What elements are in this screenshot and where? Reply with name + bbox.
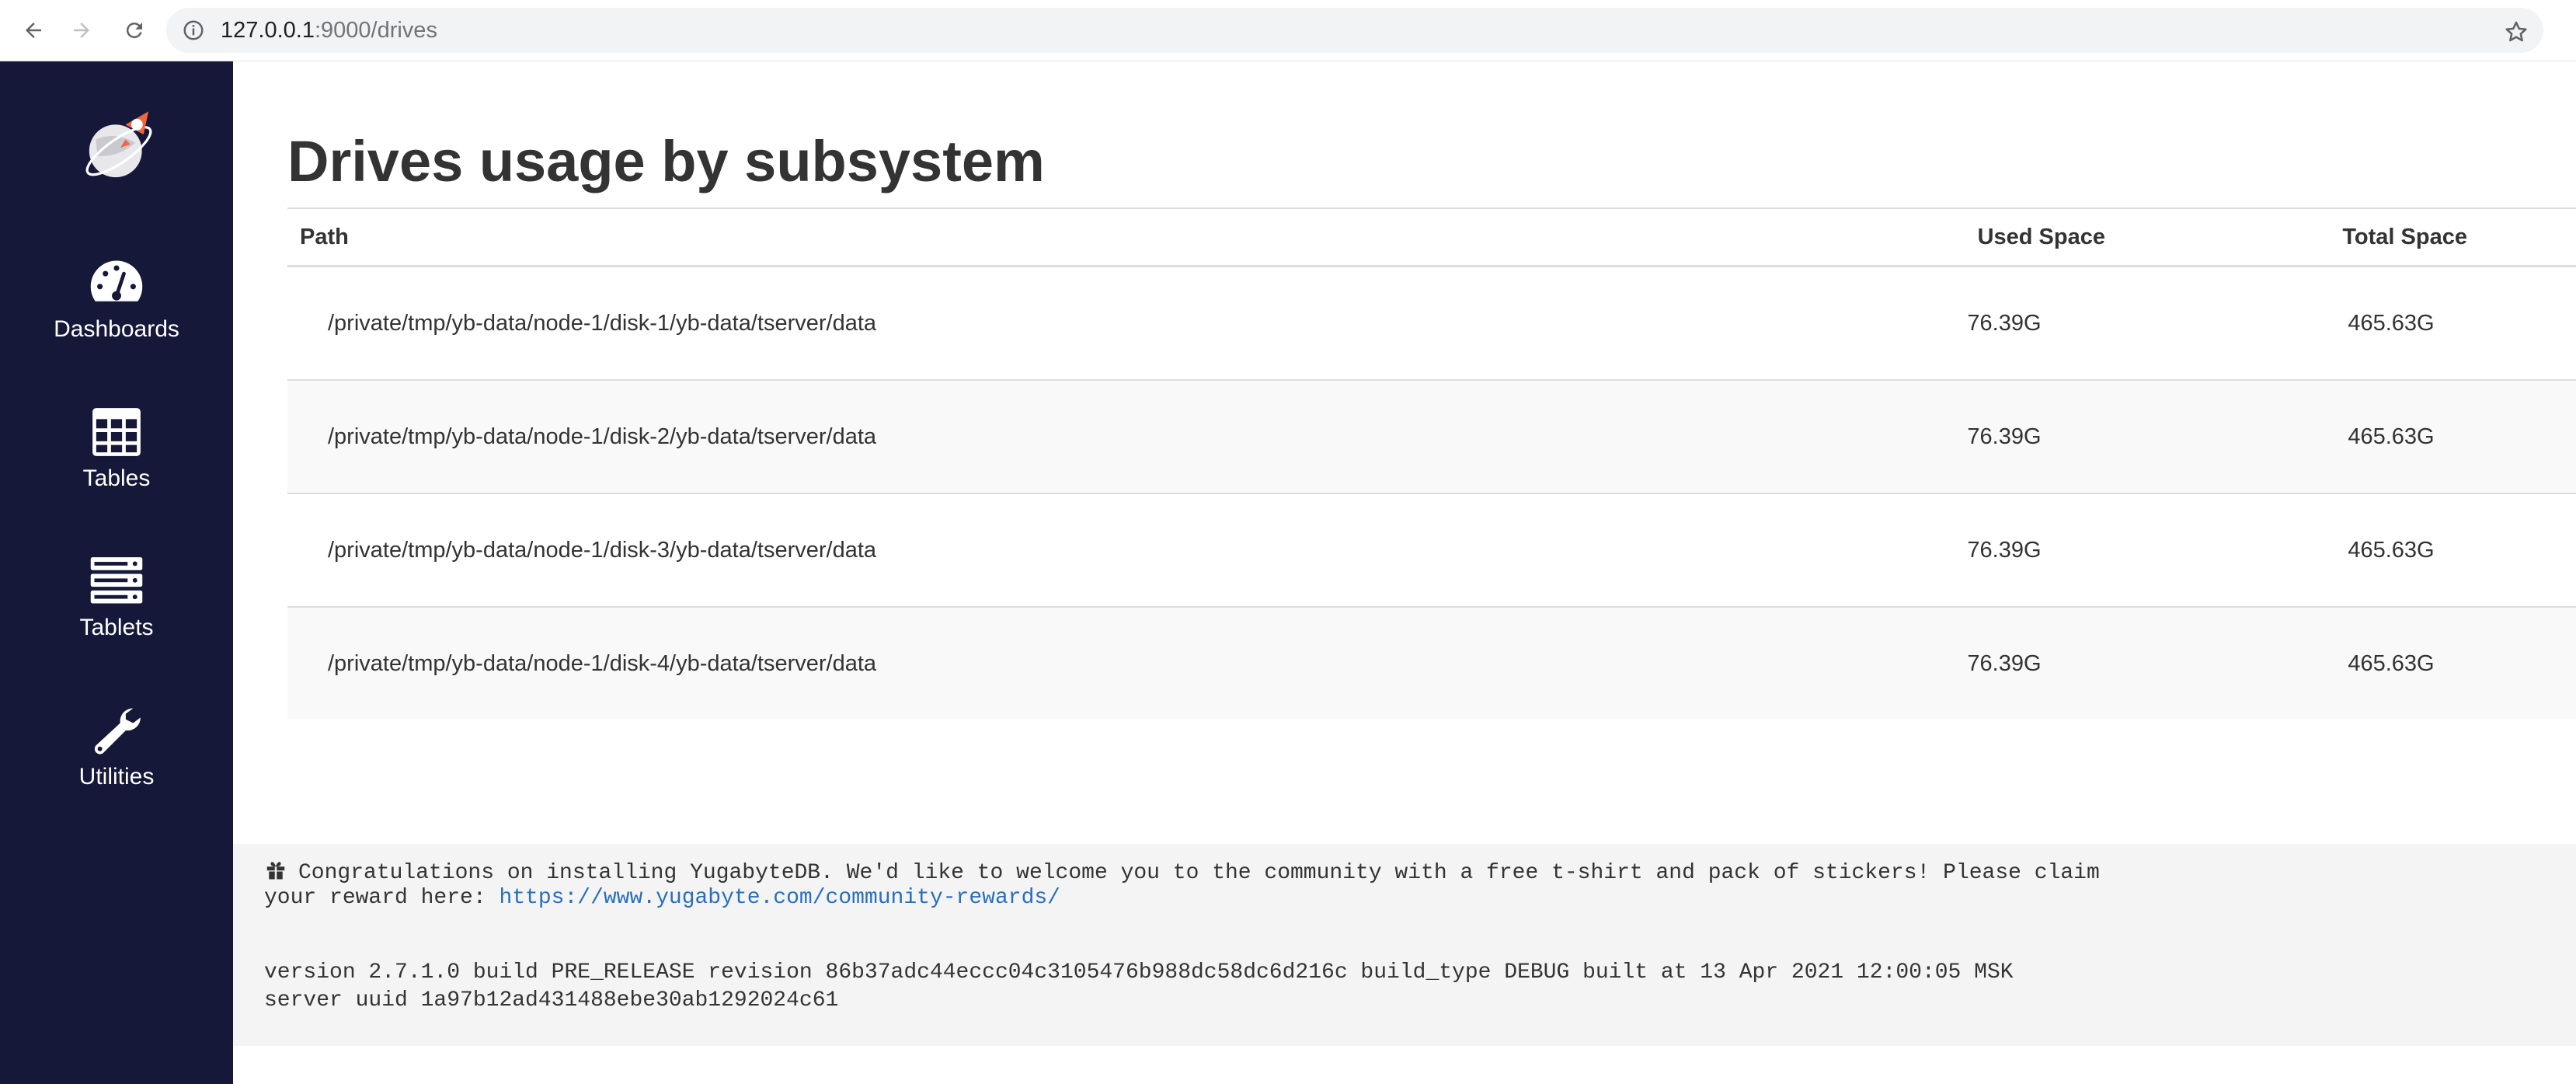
address-bar[interactable]: 127.0.0.1:9000/drives — [166, 8, 2543, 53]
congrats-text: Congratulations on installing YugabyteDB… — [298, 861, 2100, 885]
back-button[interactable] — [14, 11, 53, 50]
arrow-right-icon — [74, 23, 89, 38]
gift-icon — [266, 862, 285, 880]
sidebar-item-label: Tables — [82, 465, 151, 491]
total-space-value: 465.63G — [2206, 379, 2576, 493]
table-row: /private/tmp/yb-data/node-1/disk-4/yb-da… — [287, 606, 2576, 720]
used-space-value: 76.39G — [1802, 379, 2206, 493]
dashboard-icon — [90, 260, 143, 301]
total-space-value: 465.63G — [2206, 265, 2576, 380]
browser-toolbar: 127.0.0.1:9000/drives — [0, 0, 2576, 61]
drive-path: /private/tmp/yb-data/node-1/disk-4/yb-da… — [287, 606, 1802, 720]
version-line: version 2.7.1.0 build PRE_RELEASE revisi… — [264, 960, 2014, 985]
reward-line: your reward here: https://www.yugabyte.c… — [264, 886, 1060, 910]
reward-prefix-text: your reward here: — [264, 886, 500, 910]
column-header-total-space: Total Space — [2206, 207, 2576, 267]
drive-path: /private/tmp/yb-data/node-1/disk-1/yb-da… — [287, 265, 1802, 380]
bookmark-star-icon[interactable] — [2503, 19, 2529, 45]
url-text[interactable]: 127.0.0.1:9000/drives — [221, 18, 437, 44]
drive-path: /private/tmp/yb-data/node-1/disk-2/yb-da… — [287, 379, 1802, 493]
table-header-row: Path Used Space Total Space — [287, 207, 2576, 267]
sidebar-item-tables[interactable]: Tables — [0, 405, 233, 521]
congrats-line: Congratulations on installing YugabyteDB… — [264, 858, 2100, 885]
used-space-value: 76.39G — [1802, 493, 2206, 607]
sidebar-item-dashboards[interactable]: Dashboards — [0, 256, 233, 372]
community-rewards-link[interactable]: https://www.yugabyte.com/community-rewar… — [499, 886, 1060, 910]
drive-path: /private/tmp/yb-data/node-1/disk-3/yb-da… — [287, 493, 1802, 607]
page-title: Drives usage by subsystem — [287, 129, 1045, 193]
info-icon[interactable] — [182, 19, 205, 42]
used-space-value: 76.39G — [1802, 606, 2206, 720]
table-icon — [92, 408, 141, 456]
sidebar-item-label: Dashboards — [54, 316, 179, 342]
arrow-left-icon — [26, 23, 41, 38]
server-icon — [90, 557, 143, 604]
reload-button[interactable] — [115, 11, 154, 50]
drives-table: Path Used Space Total Space /private/tmp… — [287, 207, 2576, 720]
url-path: :9000/drives — [314, 18, 437, 43]
wrench-icon — [94, 708, 141, 755]
yugabyte-logo-icon[interactable] — [78, 106, 160, 189]
footer: Congratulations on installing YugabyteDB… — [233, 844, 2576, 1046]
server-uuid-line: server uuid 1a97b12ad431488ebe30ab129202… — [264, 988, 839, 1013]
url-host: 127.0.0.1 — [221, 18, 315, 43]
used-space-value: 76.39G — [1802, 265, 2206, 380]
column-header-path: Path — [287, 207, 1802, 267]
main-content: Drives usage by subsystem Path Used Spac… — [233, 61, 2576, 1084]
sidebar-item-utilities[interactable]: Utilities — [0, 703, 233, 820]
table-row: /private/tmp/yb-data/node-1/disk-2/yb-da… — [287, 379, 2576, 493]
table-row: /private/tmp/yb-data/node-1/disk-3/yb-da… — [287, 493, 2576, 607]
reload-icon — [126, 23, 142, 39]
sidebar-item-tablets[interactable]: Tablets — [0, 554, 233, 671]
sidebar: Dashboards Tables Tablets Utilities — [0, 61, 233, 1084]
sidebar-item-label: Tablets — [79, 615, 154, 640]
sidebar-item-label: Utilities — [78, 764, 155, 789]
forward-button[interactable] — [62, 11, 101, 50]
column-header-used-space: Used Space — [1802, 207, 2206, 267]
total-space-value: 465.63G — [2206, 606, 2576, 720]
table-row: /private/tmp/yb-data/node-1/disk-1/yb-da… — [287, 265, 2576, 380]
total-space-value: 465.63G — [2206, 493, 2576, 607]
